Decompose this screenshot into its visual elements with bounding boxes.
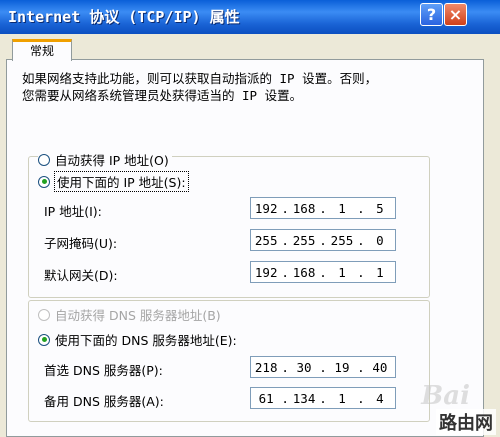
radio-on-icon (38, 175, 50, 188)
tab-general[interactable]: 常规 (12, 39, 72, 61)
octet: 61 (258, 390, 274, 406)
watermark: Bai 路由网 (350, 367, 500, 437)
manual-ip-label: 使用下面的 IP 地址(S): (54, 171, 189, 192)
octet: 5 (376, 200, 384, 216)
title-bar: Internet 协议 (TCP/IP) 属性 ? × (0, 0, 500, 34)
octet: 1 (338, 264, 346, 280)
watermark-logo: Bai (421, 381, 470, 411)
auto-dns-radio[interactable]: 自动获得 DNS 服务器地址(B) (38, 305, 221, 324)
auto-ip-label: 自动获得 IP 地址(O) (55, 153, 169, 168)
help-button[interactable]: ? (420, 3, 443, 26)
octet: 255 (254, 232, 278, 248)
octet: 168 (292, 264, 316, 280)
octet: 134 (292, 390, 316, 406)
subnet-mask-input[interactable]: 255. 255. 255. 0 (250, 229, 396, 251)
octet: 255 (330, 232, 354, 248)
description-line-1: 如果网络支持此功能，则可以获取自动指派的 IP 设置。否则， (22, 71, 378, 86)
description-text: 如果网络支持此功能，则可以获取自动指派的 IP 设置。否则， 您需要从网络系统管… (22, 70, 442, 104)
radio-off-icon (38, 308, 50, 321)
subnet-mask-label: 子网掩码(U): (44, 236, 118, 251)
octet: 1 (376, 264, 384, 280)
octet: 192 (254, 264, 278, 280)
octet: 218 (254, 359, 278, 375)
auto-ip-radio[interactable]: 自动获得 IP 地址(O) (38, 150, 172, 169)
radio-on-icon (38, 333, 50, 346)
alternate-dns-label: 备用 DNS 服务器(A): (44, 394, 164, 409)
default-gateway-input[interactable]: 192. 168. 1. 1 (250, 261, 396, 283)
radio-off-icon (38, 153, 50, 166)
watermark-text: 路由网 (436, 409, 496, 435)
manual-dns-radio[interactable]: 使用下面的 DNS 服务器地址(E): (38, 330, 240, 349)
ip-address-input[interactable]: 192. 168. 1. 5 (250, 197, 396, 219)
ip-address-label: IP 地址(I): (44, 204, 102, 219)
octet: 192 (254, 200, 278, 216)
manual-ip-radio[interactable]: 使用下面的 IP 地址(S): (38, 171, 191, 192)
preferred-dns-label: 首选 DNS 服务器(P): (44, 363, 163, 378)
window-title: Internet 协议 (TCP/IP) 属性 (8, 8, 240, 26)
octet: 1 (338, 200, 346, 216)
auto-dns-label: 自动获得 DNS 服务器地址(B) (55, 308, 221, 323)
close-button[interactable]: × (444, 3, 467, 26)
octet: 168 (292, 200, 316, 216)
octet: 0 (376, 232, 384, 248)
manual-dns-label: 使用下面的 DNS 服务器地址(E): (55, 333, 237, 348)
default-gateway-label: 默认网关(D): (44, 268, 118, 283)
tab-strip: 常规 (0, 34, 500, 61)
description-line-2: 您需要从网络系统管理员处获得适当的 IP 设置。 (22, 88, 303, 103)
octet: 30 (296, 359, 312, 375)
octet: 255 (292, 232, 316, 248)
